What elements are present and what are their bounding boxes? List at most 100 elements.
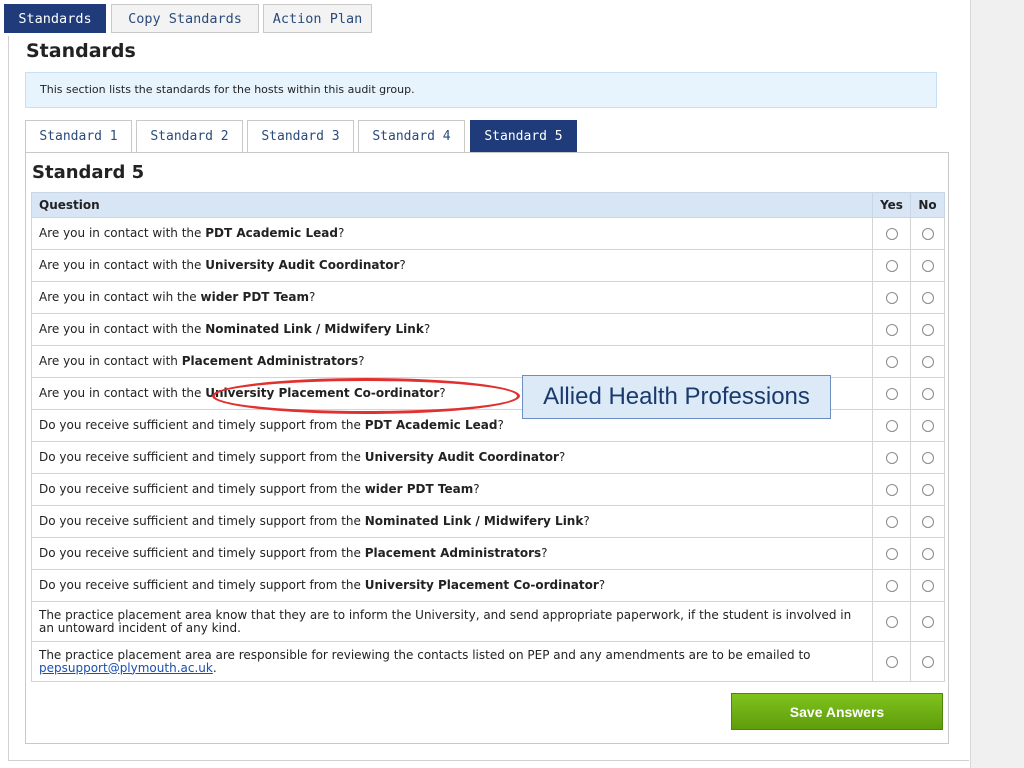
answer-cell-yes [872, 601, 911, 642]
radio-no[interactable] [921, 355, 934, 368]
radio-yes[interactable] [885, 323, 898, 336]
answer-cell-yes [872, 249, 911, 282]
answer-cell-no [910, 569, 945, 602]
question-suffix: ? [583, 514, 590, 528]
answer-cell-no [910, 377, 945, 410]
answer-cell-no [910, 281, 945, 314]
table-row: The practice placement area know that th… [31, 601, 945, 642]
info-box: This section lists the standards for the… [25, 72, 937, 108]
answer-cell-yes [872, 313, 911, 346]
question-text: Do you receive sufficient and timely sup… [39, 514, 365, 528]
answer-cell-no [910, 473, 945, 506]
annotation-ellipse [212, 378, 520, 414]
answer-cell-yes [872, 281, 911, 314]
question-text: Are you in contact with the [39, 386, 206, 400]
radio-yes[interactable] [885, 547, 898, 560]
radio-no[interactable] [921, 323, 934, 336]
table-row: Are you in contact with Placement Admini… [31, 345, 945, 378]
radio-yes[interactable] [885, 259, 898, 272]
radio-yes[interactable] [885, 355, 898, 368]
question-text: Are you in contact wih the [39, 290, 201, 304]
question-cell: Do you receive sufficient and timely sup… [31, 473, 873, 506]
question-cell: Do you receive sufficient and timely sup… [31, 505, 873, 538]
right-side-panel [970, 0, 1024, 768]
answer-cell-yes [872, 377, 911, 410]
radio-yes[interactable] [885, 483, 898, 496]
table-row: Are you in contact wih the wider PDT Tea… [31, 281, 945, 314]
radio-yes[interactable] [885, 227, 898, 240]
question-suffix: ? [497, 418, 504, 432]
header-yes: Yes [872, 192, 911, 218]
question-suffix: ? [541, 546, 548, 560]
answer-cell-yes [872, 217, 911, 250]
tab-copy-standards[interactable]: Copy Standards [111, 4, 259, 33]
question-cell: Are you in contact with the PDT Academic… [31, 217, 873, 250]
answer-cell-no [910, 409, 945, 442]
table-row: Are you in contact with the PDT Academic… [31, 217, 945, 250]
tab-standard-1[interactable]: Standard 1 [25, 120, 132, 153]
answer-cell-yes [872, 473, 911, 506]
question-role: Nominated Link / Midwifery Link [364, 514, 584, 528]
questions-body: Are you in contact with the PDT Academic… [31, 217, 945, 682]
email-link[interactable]: pepsupport@plymouth.ac.uk [39, 661, 213, 675]
question-text: Are you in contact with the [39, 322, 206, 336]
radio-no[interactable] [921, 387, 934, 400]
table-row: Do you receive sufficient and timely sup… [31, 473, 945, 506]
radio-no[interactable] [921, 615, 934, 628]
radio-no[interactable] [921, 579, 934, 592]
question-suffix: ? [473, 482, 480, 496]
questions-table: Question Yes No Are you in contact with … [31, 192, 945, 682]
radio-no[interactable] [921, 227, 934, 240]
tab-standards[interactable]: Standards [4, 4, 106, 33]
table-row: Do you receive sufficient and timely sup… [31, 441, 945, 474]
question-role: Placement Administrators [181, 354, 359, 368]
radio-no[interactable] [921, 291, 934, 304]
answer-cell-no [910, 249, 945, 282]
content-border-bottom [8, 760, 969, 761]
answer-cell-yes [872, 441, 911, 474]
radio-yes[interactable] [885, 579, 898, 592]
answer-cell-no [910, 441, 945, 474]
question-cell: Do you receive sufficient and timely sup… [31, 441, 873, 474]
tab-standard-5[interactable]: Standard 5 [470, 120, 577, 153]
radio-no[interactable] [921, 419, 934, 432]
radio-yes[interactable] [885, 291, 898, 304]
radio-yes[interactable] [885, 419, 898, 432]
question-cell: Do you receive sufficient and timely sup… [31, 569, 873, 602]
tab-standard-2[interactable]: Standard 2 [136, 120, 243, 153]
question-suffix: ? [598, 578, 606, 592]
answer-cell-yes [872, 505, 911, 538]
question-role: University Placement Co-ordinator [364, 578, 599, 592]
section-title: Standards [26, 40, 136, 62]
tab-action-plan[interactable]: Action Plan [263, 4, 372, 33]
radio-yes[interactable] [885, 451, 898, 464]
radio-no[interactable] [921, 515, 934, 528]
question-suffix: ? [423, 322, 431, 336]
header-no: No [910, 192, 945, 218]
answer-cell-yes [872, 537, 911, 570]
radio-no[interactable] [921, 259, 934, 272]
question-role: Placement Administrators [364, 546, 542, 560]
question-role: PDT Academic Lead [205, 226, 338, 240]
answer-cell-no [910, 313, 945, 346]
radio-no[interactable] [921, 451, 934, 464]
content-border-left [8, 36, 9, 761]
radio-yes[interactable] [885, 615, 898, 628]
radio-yes[interactable] [885, 655, 898, 668]
table-header-row: Question Yes No [31, 192, 945, 218]
answer-cell-no [910, 345, 945, 378]
radio-no[interactable] [921, 655, 934, 668]
radio-yes[interactable] [885, 387, 898, 400]
answer-cell-yes [872, 345, 911, 378]
radio-no[interactable] [921, 547, 934, 560]
radio-yes[interactable] [885, 515, 898, 528]
question-cell: Do you receive sufficient and timely sup… [31, 537, 873, 570]
save-answers-button[interactable]: Save Answers [731, 693, 943, 730]
tab-standard-3[interactable]: Standard 3 [247, 120, 354, 153]
answer-cell-yes [872, 409, 911, 442]
question-role: University Audit Coordinator [205, 258, 400, 272]
question-text: Do you receive sufficient and timely sup… [39, 482, 365, 496]
question-cell: Are you in contact with the University A… [31, 249, 873, 282]
tab-standard-4[interactable]: Standard 4 [358, 120, 465, 153]
radio-no[interactable] [921, 483, 934, 496]
